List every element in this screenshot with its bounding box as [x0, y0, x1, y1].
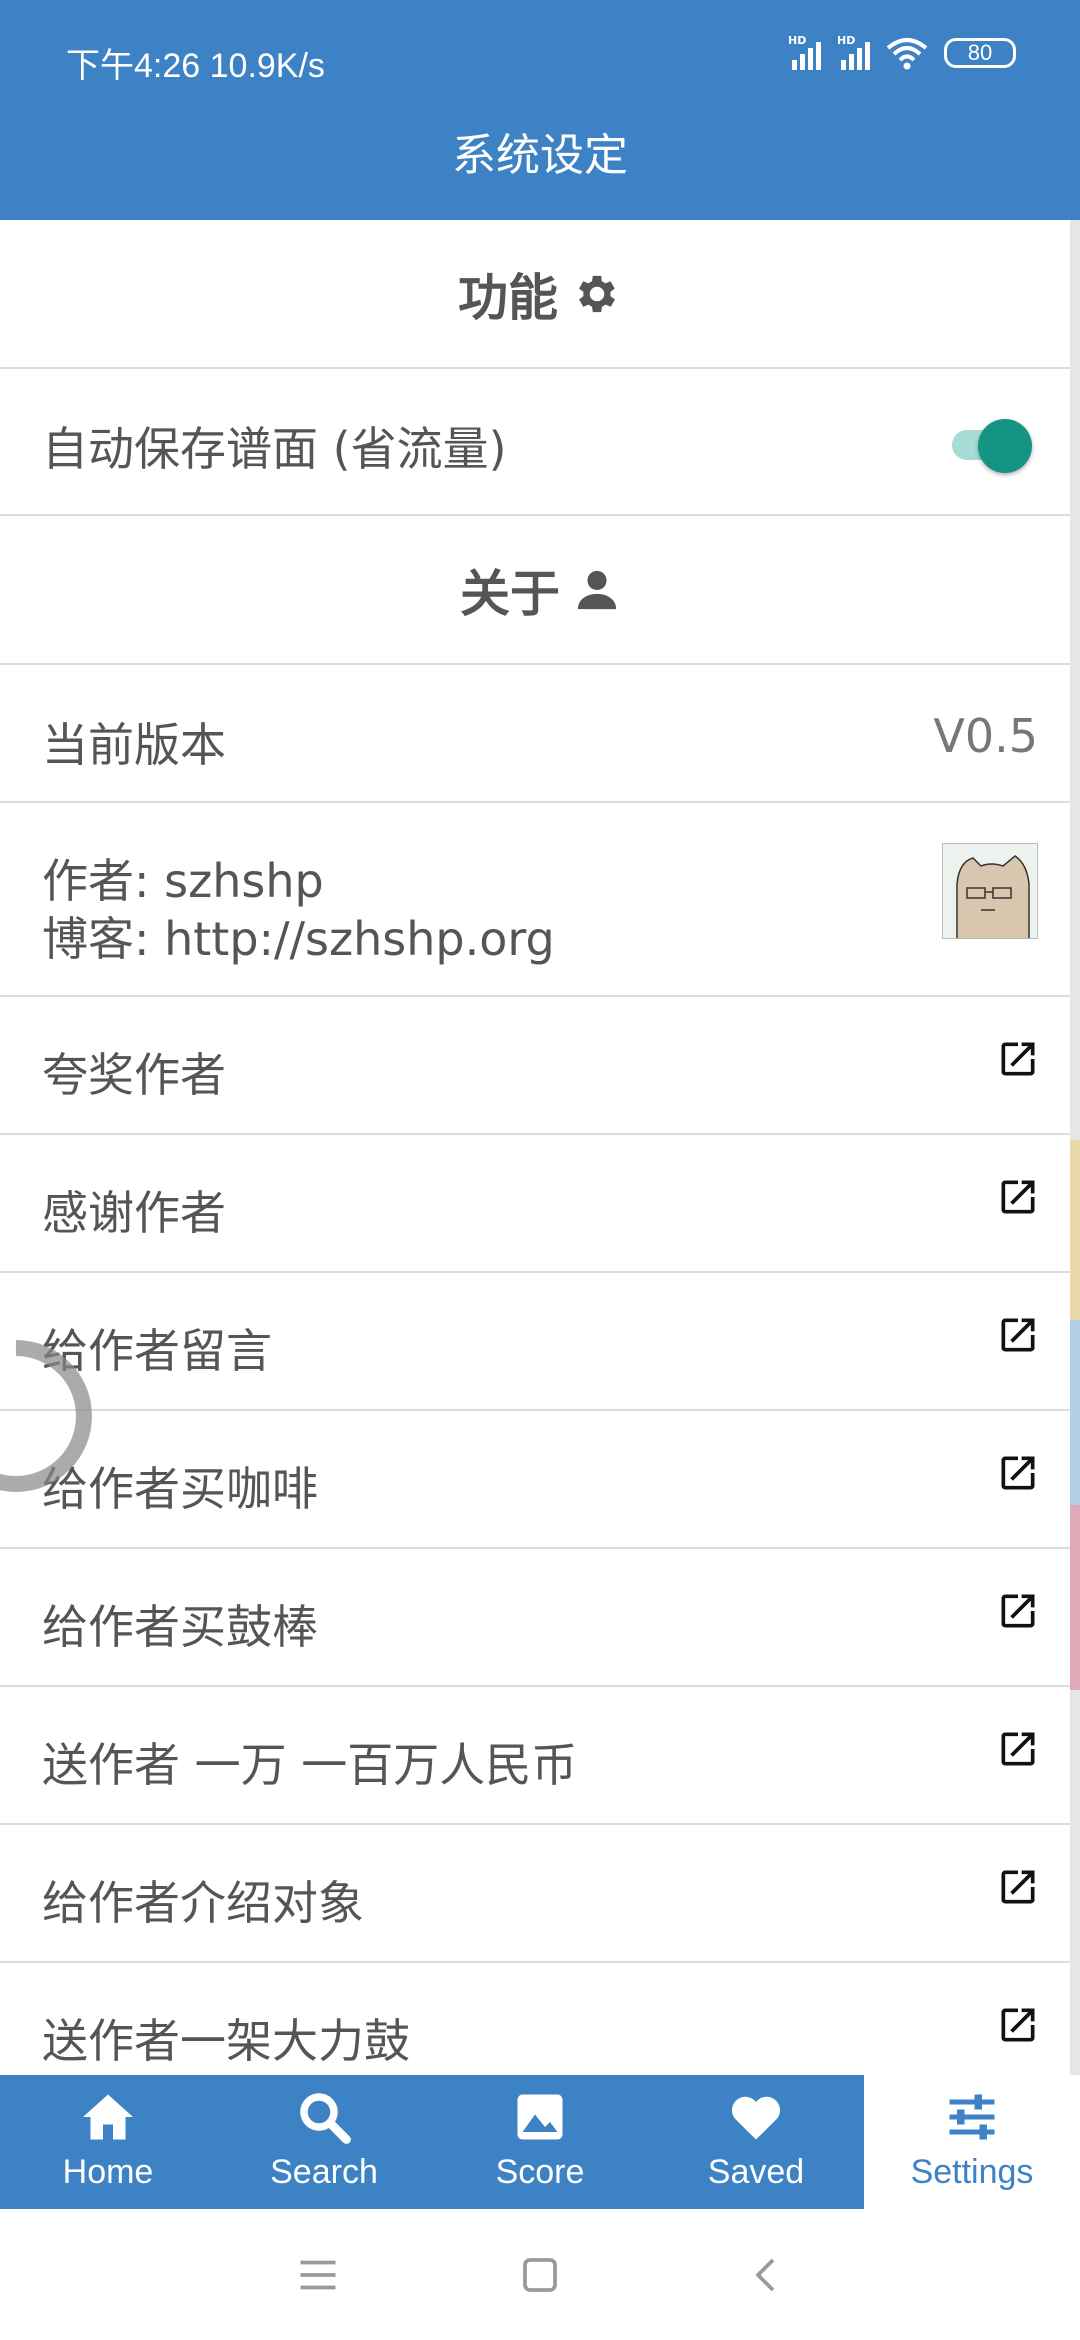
external-link-icon [1001, 1732, 1035, 1766]
nav-home[interactable]: Home [0, 2075, 216, 2209]
link-row[interactable]: 夸奖作者 [0, 997, 1080, 1135]
section-header-about: 关于 [0, 516, 1080, 665]
external-link-icon [1001, 2008, 1035, 2042]
home-icon [83, 2094, 133, 2140]
settings-list[interactable]: 功能 自动保存谱面 (省流量) 关于 当前版本 V0.5 作者: szhshp … [0, 220, 1080, 2075]
app-bar: 系统设定 [0, 118, 1080, 220]
section-header-features: 功能 [0, 220, 1080, 369]
link-row[interactable]: 感谢作者 [0, 1135, 1080, 1273]
sliders-icon [949, 2094, 995, 2140]
heart-icon [731, 2096, 781, 2140]
nav-label: Settings [910, 2153, 1034, 2191]
link-row[interactable]: 送作者一架大力鼓 [0, 1963, 1080, 2075]
signal-icon: HD [788, 34, 821, 70]
author-blog[interactable]: 博客: http://szhshp.org [42, 903, 555, 969]
section-title: 关于 [460, 564, 560, 623]
person-icon [577, 570, 617, 609]
author-name: 作者: szhshp [42, 854, 324, 908]
link-label: 给作者买咖啡 [42, 1462, 318, 1516]
external-link-icon [1001, 1318, 1035, 1352]
nav-settings[interactable]: Settings [864, 2075, 1080, 2209]
system-nav-bar [0, 2209, 1080, 2340]
link-label: 送作者 一万 一百万人民币 [42, 1738, 578, 1792]
nav-label: Saved [707, 2153, 805, 2191]
back-icon[interactable] [738, 2245, 798, 2305]
link-row[interactable]: 给作者介绍对象 [0, 1825, 1080, 1963]
version-row: 当前版本 V0.5 [0, 665, 1080, 803]
search-icon [300, 2093, 351, 2144]
avatar [942, 843, 1038, 939]
link-row[interactable]: 给作者买鼓棒 [0, 1549, 1080, 1687]
auto-save-setting[interactable]: 自动保存谱面 (省流量) [0, 369, 1080, 516]
external-link-icon [1001, 1180, 1035, 1214]
auto-save-label: 自动保存谱面 (省流量) [42, 422, 507, 476]
bottom-nav: Home Search Score Saved Settings [0, 2075, 1080, 2209]
link-row[interactable]: 给作者留言 [0, 1273, 1080, 1411]
scrollbar-segment [1070, 1320, 1080, 1505]
link-row[interactable]: 送作者 一万 一百万人民币 [0, 1687, 1080, 1825]
battery-icon: 80 [944, 38, 1016, 68]
link-label: 给作者买鼓棒 [42, 1600, 318, 1654]
scrollbar-segment [1070, 1140, 1080, 1320]
nav-label: Home [62, 2153, 154, 2191]
nav-saved[interactable]: Saved [648, 2075, 864, 2209]
link-label: 夸奖作者 [42, 1048, 226, 1102]
gear-icon [579, 275, 615, 312]
signal-icon: HD [837, 34, 870, 70]
link-row[interactable]: 给作者买咖啡 [0, 1411, 1080, 1549]
nav-score[interactable]: Score [432, 2075, 648, 2209]
status-bar: 下午4:26 10.9K/s HD HD 80 [0, 0, 1080, 118]
image-icon [517, 2094, 563, 2140]
version-label: 当前版本 [42, 718, 226, 772]
page-title: 系统设定 [452, 130, 628, 181]
link-label: 给作者介绍对象 [42, 1876, 364, 1930]
external-link-icon [1001, 1042, 1035, 1076]
nav-label: Score [495, 2153, 585, 2191]
scrollbar-segment [1070, 1505, 1080, 1690]
signal-hd-label: HD [837, 34, 856, 47]
external-link-icon [1001, 1870, 1035, 1904]
toggle-knob [978, 419, 1032, 473]
nav-label: Search [270, 2153, 378, 2191]
external-link-icon [1001, 1594, 1035, 1628]
version-value: V0.5 [933, 709, 1038, 763]
home-square-icon[interactable] [510, 2245, 570, 2305]
wifi-icon [886, 38, 928, 70]
signal-hd-label: HD [788, 34, 807, 47]
section-title: 功能 [458, 268, 558, 327]
menu-icon[interactable] [288, 2245, 348, 2305]
auto-save-toggle[interactable] [946, 419, 1032, 473]
link-label: 送作者一架大力鼓 [42, 2014, 410, 2068]
author-info[interactable]: 作者: szhshp 博客: http://szhshp.org [0, 803, 1080, 997]
scrollbar[interactable] [1070, 220, 1080, 2075]
external-link-icon [1001, 1456, 1035, 1490]
status-time: 下午4:26 10.9K/s [66, 47, 325, 85]
nav-search[interactable]: Search [216, 2075, 432, 2209]
link-label: 感谢作者 [42, 1186, 226, 1240]
status-icons: HD HD 80 [788, 34, 1016, 70]
